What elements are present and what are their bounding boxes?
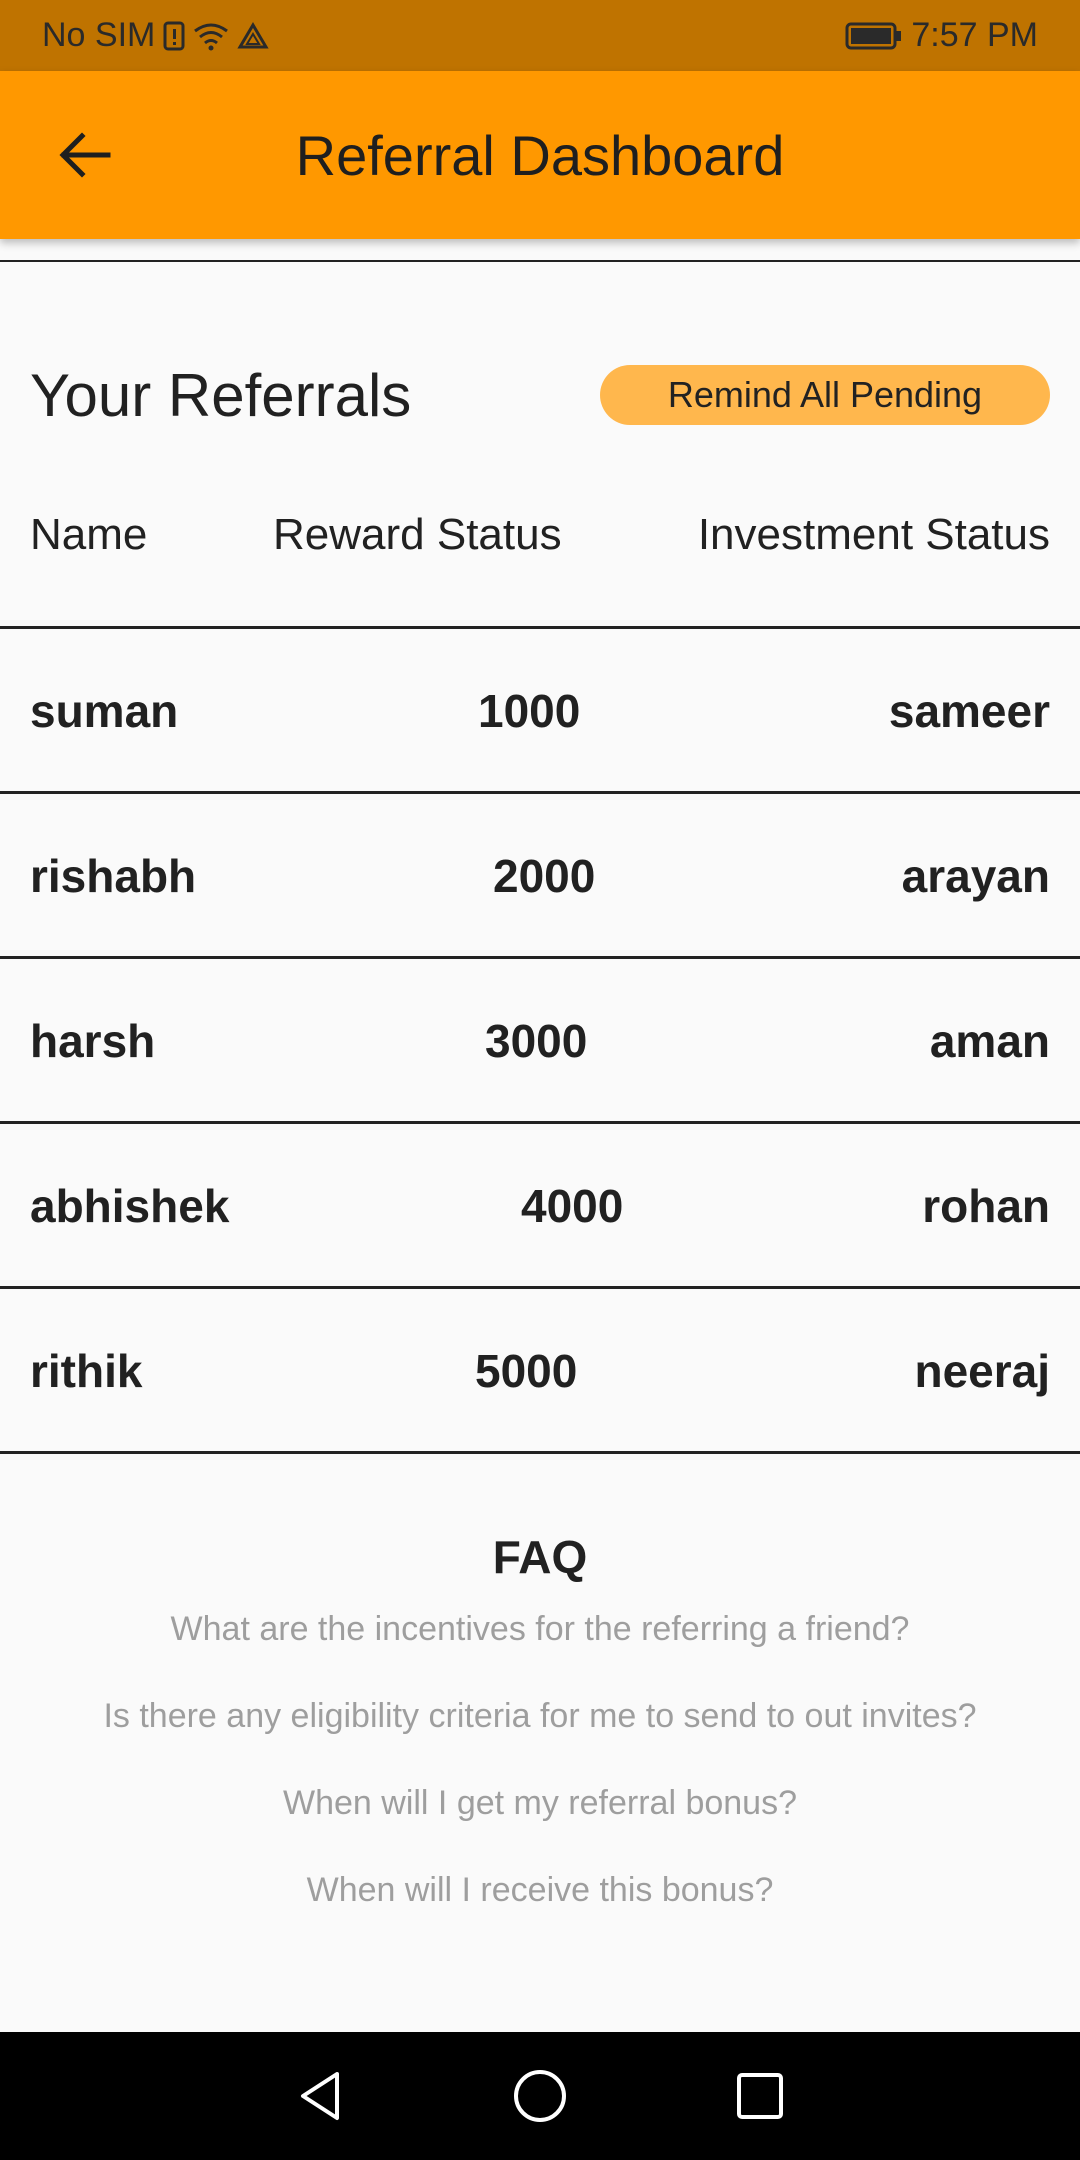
cell-reward: 4000	[521, 1180, 624, 1232]
faq-item[interactable]: When will I receive this bonus?	[0, 1865, 1080, 1952]
table-divider	[0, 1286, 1080, 1289]
sim-alert-icon	[163, 21, 185, 51]
table-row: suman 1000 sameer	[30, 631, 1050, 791]
faq-title: FAQ	[492, 1531, 588, 1583]
system-nav-bar	[0, 2032, 1080, 2160]
cell-reward: 3000	[485, 1015, 588, 1067]
clock: 7:57 PM	[911, 16, 1038, 54]
column-header-investment-status: Investment Status	[697, 510, 1050, 559]
nav-recents-button[interactable]	[730, 2066, 790, 2126]
column-header-reward-status: Reward Status	[273, 510, 562, 559]
status-right: 7:57 PM	[845, 16, 1038, 55]
table-divider	[0, 956, 1080, 959]
table-header: Name Reward Status Investment Status	[30, 510, 1050, 580]
cell-name: rithik	[30, 1345, 143, 1397]
nav-back-button[interactable]	[290, 2066, 350, 2126]
column-header-name: Name	[30, 510, 148, 559]
cell-name: rishabh	[30, 850, 197, 902]
app-bar: Referral Dashboard	[0, 71, 1080, 239]
table-divider	[0, 791, 1080, 794]
circle-home-icon	[514, 2070, 566, 2122]
cell-investment: neeraj	[914, 1345, 1050, 1397]
referrals-title: Your Referrals	[30, 361, 412, 429]
faq-item[interactable]: When will I get my referral bonus?	[0, 1778, 1080, 1865]
cell-reward: 2000	[493, 850, 596, 902]
referrals-header: Your Referrals Remind All Pending	[30, 360, 1050, 430]
page-title: Referral Dashboard	[295, 123, 785, 187]
table-divider	[0, 626, 1080, 629]
cell-name: abhishek	[30, 1180, 230, 1232]
table-divider	[0, 1121, 1080, 1124]
wifi-icon	[193, 21, 229, 51]
status-bar: No SIM 7:57 PM	[0, 0, 1080, 71]
top-divider	[0, 260, 1080, 262]
table-divider	[0, 1451, 1080, 1454]
faq-item[interactable]: What are the incentives for the referrin…	[0, 1604, 1080, 1691]
cell-investment: sameer	[888, 685, 1050, 737]
table-row: harsh 3000 aman	[30, 961, 1050, 1121]
cell-investment: arayan	[901, 850, 1050, 902]
cell-investment: rohan	[922, 1180, 1050, 1232]
table-row: abhishek 4000 rohan	[30, 1126, 1050, 1286]
faq-item[interactable]: Is there any eligibility criteria for me…	[0, 1691, 1080, 1778]
triangle-back-icon	[301, 2072, 339, 2120]
cell-reward: 1000	[478, 685, 581, 737]
table-row: rishabh 2000 arayan	[30, 796, 1050, 956]
drive-icon	[237, 21, 269, 50]
cell-name: harsh	[30, 1015, 156, 1067]
battery-icon	[845, 21, 903, 51]
nav-home-button[interactable]	[510, 2066, 570, 2126]
faq-section: FAQ What are the incentives for the refe…	[0, 1530, 1080, 1952]
square-recents-icon	[737, 2073, 783, 2119]
cell-name: suman	[30, 685, 179, 737]
status-left: No SIM	[42, 16, 269, 55]
cell-reward: 5000	[475, 1345, 578, 1397]
remind-all-pending-button[interactable]: Remind All Pending	[600, 365, 1050, 425]
arrow-left-icon	[59, 132, 111, 178]
cell-investment: aman	[929, 1015, 1050, 1067]
back-button[interactable]	[50, 120, 120, 190]
table-row: rithik 5000 neeraj	[30, 1291, 1050, 1451]
carrier-label: No SIM	[42, 16, 156, 54]
